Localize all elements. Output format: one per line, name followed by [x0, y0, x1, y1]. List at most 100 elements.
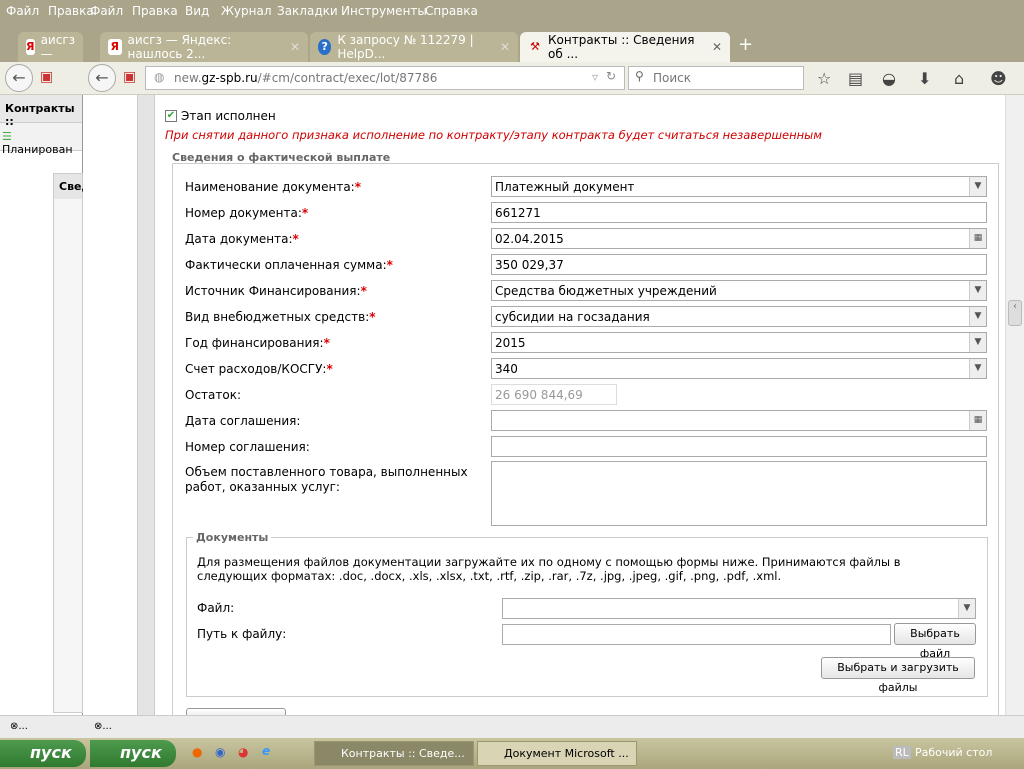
- field-select[interactable]: 340 ▼: [491, 358, 987, 379]
- field-label: Номер соглашения:: [185, 440, 310, 454]
- field-date[interactable]: 02.04.2015 ▦: [491, 228, 987, 249]
- menu-history[interactable]: Журнал: [221, 4, 272, 18]
- field-text[interactable]: 350 029,37: [491, 254, 987, 275]
- status-bar: ⊗... ⊗...: [0, 715, 1024, 738]
- field-select[interactable]: 2015 ▼: [491, 332, 987, 353]
- help-icon: ?: [318, 39, 332, 55]
- stage-done-checkbox[interactable]: ✔: [165, 110, 177, 122]
- tab-helpdesk[interactable]: ? К запросу № 112279 | HelpD... ✕: [310, 32, 518, 62]
- chrome-icon[interactable]: ◕: [238, 745, 248, 759]
- chevron-down-icon[interactable]: ▼: [969, 281, 986, 300]
- choose-upload-button[interactable]: Выбрать и загрузить файлы: [821, 657, 975, 694]
- back-tab[interactable]: Яаисгз —: [18, 32, 83, 62]
- calendar-icon[interactable]: ▦: [969, 411, 986, 430]
- field-label: Год финансирования:*: [185, 336, 330, 350]
- taskbar-window-word[interactable]: Документ Microsoft ...: [477, 741, 637, 766]
- pocket-icon[interactable]: ◒: [882, 69, 896, 88]
- home-icon[interactable]: ⌂: [954, 69, 964, 88]
- menu-edit[interactable]: Правка: [132, 4, 178, 18]
- menu-bookmarks[interactable]: Закладки: [277, 4, 338, 18]
- tab-bar: Яаисгз — Яаисгз — Яндекс: нашлось 2... ✕ …: [0, 22, 1024, 62]
- field-readonly: 26 690 844,69: [491, 384, 617, 405]
- stage-done-label: Этап исполнен: [181, 109, 276, 123]
- back-status-text: ⊗...: [10, 721, 28, 732]
- firefox-icon[interactable]: ●: [192, 745, 202, 759]
- back-icon[interactable]: ←: [5, 64, 33, 92]
- menu-help[interactable]: Справка: [425, 4, 478, 18]
- section-title: Сведения о фактической выплате: [172, 151, 391, 164]
- bookmark-icon[interactable]: ▣: [123, 69, 136, 85]
- back-panel: Свед: [53, 173, 90, 713]
- reload-icon[interactable]: ↻: [606, 69, 616, 83]
- required-marker: *: [369, 310, 376, 324]
- reading-list-icon[interactable]: ▤: [848, 69, 863, 88]
- globe-icon: ◍: [154, 70, 165, 84]
- download-icon[interactable]: ⬇: [918, 69, 931, 88]
- back-menu-edit[interactable]: Правка: [48, 4, 94, 18]
- taskbar: пуск пуск ● ◉ ◕ e Контракты :: Сведе... …: [0, 738, 1024, 769]
- plan-icon: ☰: [2, 130, 12, 143]
- star-icon[interactable]: ☆: [817, 69, 831, 88]
- file-label: Файл:: [197, 601, 235, 615]
- required-marker: *: [292, 232, 299, 246]
- file-select[interactable]: ▼: [502, 598, 976, 619]
- bookmark-icon[interactable]: ▣: [40, 69, 53, 85]
- yandex-icon: Я: [108, 39, 122, 55]
- chevron-down-icon: ▼: [958, 599, 975, 618]
- yandex-icon: Я: [26, 39, 35, 55]
- chevron-down-icon[interactable]: ▼: [969, 333, 986, 352]
- close-icon[interactable]: ✕: [290, 40, 300, 54]
- scrollbar[interactable]: ‹: [1005, 95, 1024, 715]
- field-label: Вид внебюджетных средств:*: [185, 310, 376, 324]
- choose-file-button[interactable]: Выбрать файл: [894, 623, 976, 660]
- scroll-arrow-icon[interactable]: ‹: [1008, 300, 1022, 326]
- menu-file[interactable]: Файл: [90, 4, 123, 18]
- back-page-title: Контракты ::: [0, 95, 82, 128]
- chevron-down-icon[interactable]: ▼: [969, 177, 986, 196]
- field-text[interactable]: 661271: [491, 202, 987, 223]
- close-icon[interactable]: ✕: [500, 40, 510, 54]
- field-label: Счет расходов/КОСГУ:*: [185, 362, 333, 376]
- menu-tools[interactable]: Инструменты: [341, 4, 427, 18]
- url-bar[interactable]: ◍ new.gz-spb.ru/#cm/contract/exec/lot/877…: [145, 66, 625, 90]
- desktop-toolbar[interactable]: Рабочий стол: [915, 746, 992, 759]
- search-input[interactable]: ⚲ Поиск: [628, 66, 804, 90]
- dropdown-icon[interactable]: ▿: [592, 70, 598, 84]
- warning-text: При снятии данного признака исполнение п…: [165, 128, 822, 142]
- file-path-input[interactable]: [502, 624, 891, 645]
- status-text: ⊗...: [94, 721, 112, 732]
- documents-title: Документы: [193, 531, 272, 544]
- language-indicator[interactable]: RL: [893, 746, 911, 759]
- app-icon[interactable]: ◉: [215, 745, 225, 759]
- field-date[interactable]: ▦: [491, 410, 987, 431]
- field-label: Источник Финансирования:*: [185, 284, 367, 298]
- taskbar-window-contracts[interactable]: Контракты :: Сведе...: [314, 741, 474, 766]
- start-button[interactable]: пуск: [90, 740, 176, 767]
- field-label: Номер документа:*: [185, 206, 309, 220]
- new-tab-icon[interactable]: +: [738, 34, 753, 55]
- field-text[interactable]: [491, 436, 987, 457]
- menu-view[interactable]: Вид: [185, 4, 209, 18]
- back-icon[interactable]: ←: [88, 64, 116, 92]
- volume-textarea[interactable]: [491, 461, 987, 526]
- required-marker: *: [386, 258, 393, 272]
- tab-contracts[interactable]: ⚒ Контракты :: Сведения об ... ✕: [520, 32, 730, 62]
- field-select[interactable]: Платежный документ ▼: [491, 176, 987, 197]
- chevron-down-icon[interactable]: ▼: [969, 307, 986, 326]
- ie-icon[interactable]: e: [262, 744, 270, 758]
- back-menu-file[interactable]: Файл: [6, 4, 39, 18]
- path-label: Путь к файлу:: [197, 627, 287, 641]
- required-marker: *: [326, 362, 333, 376]
- field-select[interactable]: Средства бюджетных учреждений ▼: [491, 280, 987, 301]
- start-button[interactable]: пуск: [0, 740, 86, 767]
- chevron-down-icon[interactable]: ▼: [969, 359, 986, 378]
- field-select[interactable]: субсидии на госзадания ▼: [491, 306, 987, 327]
- calendar-icon[interactable]: ▦: [969, 229, 986, 248]
- tab-yandex[interactable]: Яаисгз — Яндекс: нашлось 2... ✕: [100, 32, 308, 62]
- required-marker: *: [323, 336, 330, 350]
- chat-icon[interactable]: ☻: [990, 69, 1007, 88]
- background-window: Контракты :: ☰ Планирован Свед: [0, 95, 90, 715]
- required-marker: *: [301, 206, 309, 220]
- required-marker: *: [354, 180, 362, 194]
- close-icon[interactable]: ✕: [712, 40, 722, 54]
